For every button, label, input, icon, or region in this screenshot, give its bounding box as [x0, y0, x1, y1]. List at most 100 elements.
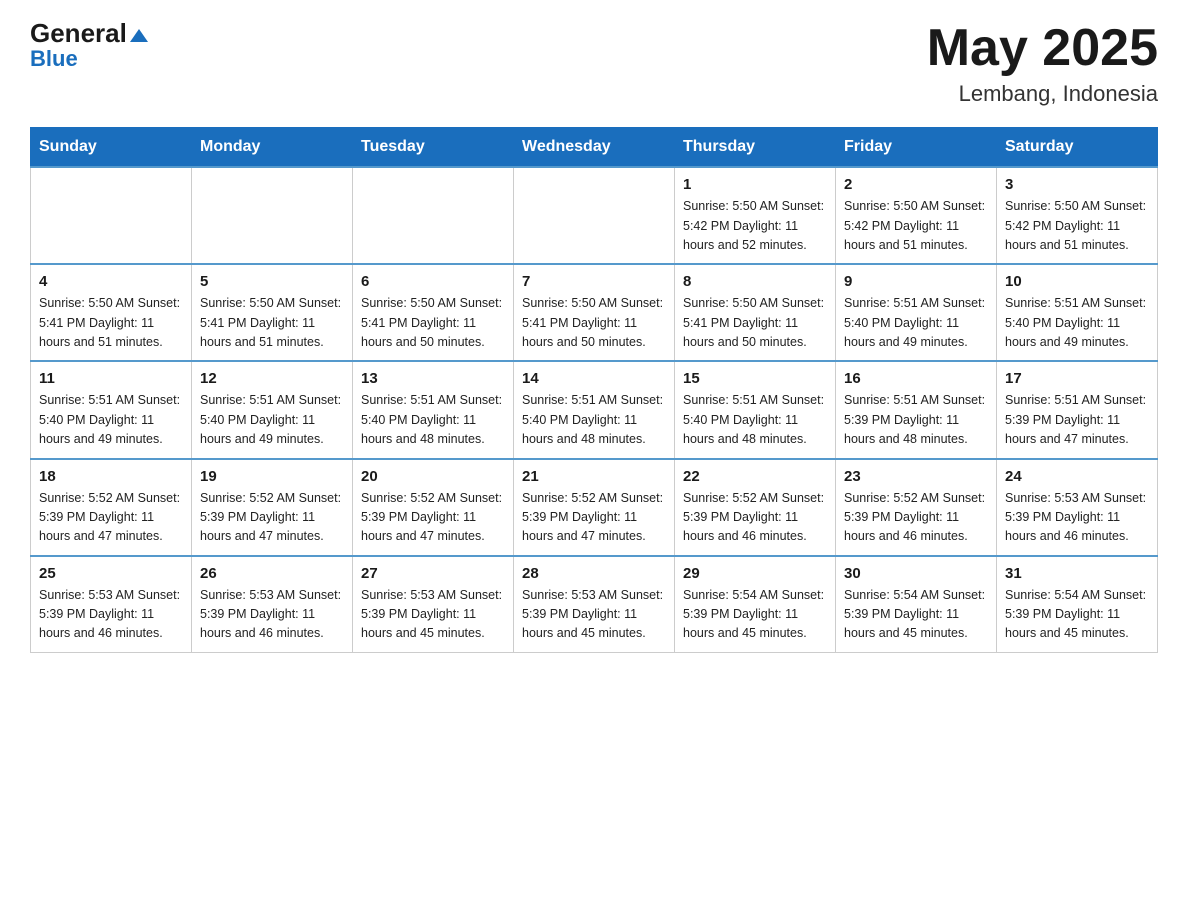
- logo-general-label: General: [30, 18, 127, 48]
- day-number: 31: [1005, 565, 1149, 582]
- calendar-cell: 4 Sunrise: 5:50 AM Sunset: 5:41 PM Daylig…: [31, 264, 192, 361]
- logo-blue-text: Blue: [30, 46, 78, 72]
- day-info: Sunrise: 5:52 AM Sunset: 5:39 PM Dayligh…: [683, 489, 827, 547]
- calendar-cell: 1 Sunrise: 5:50 AM Sunset: 5:42 PM Daylig…: [675, 167, 836, 264]
- location-label: Lembang, Indonesia: [927, 81, 1158, 107]
- day-info: Sunrise: 5:51 AM Sunset: 5:40 PM Dayligh…: [844, 294, 988, 352]
- day-number: 30: [844, 565, 988, 582]
- day-info: Sunrise: 5:51 AM Sunset: 5:39 PM Dayligh…: [1005, 391, 1149, 449]
- page-header: General Blue May 2025 Lembang, Indonesia: [30, 20, 1158, 107]
- logo: General Blue: [30, 20, 148, 72]
- column-header-tuesday: Tuesday: [353, 128, 514, 168]
- calendar-cell: 10Sunrise: 5:51 AM Sunset: 5:40 PM Dayli…: [997, 264, 1158, 361]
- column-header-thursday: Thursday: [675, 128, 836, 168]
- logo-triangle: [130, 29, 148, 42]
- calendar-cell: 9 Sunrise: 5:51 AM Sunset: 5:40 PM Daylig…: [836, 264, 997, 361]
- calendar-cell: 14Sunrise: 5:51 AM Sunset: 5:40 PM Dayli…: [514, 361, 675, 458]
- calendar-cell: [31, 167, 192, 264]
- logo-general-text: General: [30, 20, 148, 46]
- day-number: 23: [844, 468, 988, 485]
- day-number: 22: [683, 468, 827, 485]
- calendar-cell: 3Sunrise: 5:50 AM Sunset: 5:42 PM Daylig…: [997, 167, 1158, 264]
- calendar-cell: [514, 167, 675, 264]
- calendar-cell: 19Sunrise: 5:52 AM Sunset: 5:39 PM Dayli…: [192, 459, 353, 556]
- day-number: 4: [39, 273, 183, 290]
- day-number: 10: [1005, 273, 1149, 290]
- calendar-cell: 7 Sunrise: 5:50 AM Sunset: 5:41 PM Daylig…: [514, 264, 675, 361]
- day-number: 28: [522, 565, 666, 582]
- day-info: Sunrise: 5:51 AM Sunset: 5:40 PM Dayligh…: [522, 391, 666, 449]
- calendar-cell: 15 Sunrise: 5:51 AM Sunset: 5:40 PM Dayli…: [675, 361, 836, 458]
- calendar-table: SundayMondayTuesdayWednesdayThursdayFrid…: [30, 127, 1158, 653]
- calendar-cell: 24Sunrise: 5:53 AM Sunset: 5:39 PM Dayli…: [997, 459, 1158, 556]
- day-number: 5: [200, 273, 344, 290]
- day-number: 25: [39, 565, 183, 582]
- day-info: Sunrise: 5:53 AM Sunset: 5:39 PM Dayligh…: [361, 586, 505, 644]
- day-info: Sunrise: 5:54 AM Sunset: 5:39 PM Dayligh…: [844, 586, 988, 644]
- day-info: Sunrise: 5:53 AM Sunset: 5:39 PM Dayligh…: [1005, 489, 1149, 547]
- day-info: Sunrise: 5:51 AM Sunset: 5:40 PM Dayligh…: [39, 391, 183, 449]
- day-number: 27: [361, 565, 505, 582]
- calendar-cell: 5Sunrise: 5:50 AM Sunset: 5:41 PM Daylig…: [192, 264, 353, 361]
- day-number: 16: [844, 370, 988, 387]
- column-header-saturday: Saturday: [997, 128, 1158, 168]
- day-number: 21: [522, 468, 666, 485]
- column-header-friday: Friday: [836, 128, 997, 168]
- day-info: Sunrise: 5:53 AM Sunset: 5:39 PM Dayligh…: [522, 586, 666, 644]
- day-info: Sunrise: 5:50 AM Sunset: 5:42 PM Dayligh…: [683, 197, 827, 255]
- day-number: 6: [361, 273, 505, 290]
- day-info: Sunrise: 5:51 AM Sunset: 5:40 PM Dayligh…: [200, 391, 344, 449]
- calendar-cell: 22 Sunrise: 5:52 AM Sunset: 5:39 PM Dayli…: [675, 459, 836, 556]
- day-number: 26: [200, 565, 344, 582]
- calendar-cell: 16 Sunrise: 5:51 AM Sunset: 5:39 PM Dayli…: [836, 361, 997, 458]
- calendar-week-row: 4 Sunrise: 5:50 AM Sunset: 5:41 PM Daylig…: [31, 264, 1158, 361]
- day-number: 12: [200, 370, 344, 387]
- day-info: Sunrise: 5:50 AM Sunset: 5:41 PM Dayligh…: [683, 294, 827, 352]
- day-info: Sunrise: 5:50 AM Sunset: 5:41 PM Dayligh…: [361, 294, 505, 352]
- calendar-cell: 13Sunrise: 5:51 AM Sunset: 5:40 PM Dayli…: [353, 361, 514, 458]
- day-info: Sunrise: 5:53 AM Sunset: 5:39 PM Dayligh…: [200, 586, 344, 644]
- calendar-week-row: 25 Sunrise: 5:53 AM Sunset: 5:39 PM Dayli…: [31, 556, 1158, 653]
- day-number: 13: [361, 370, 505, 387]
- logo-blue-label: Blue: [30, 46, 78, 72]
- day-number: 11: [39, 370, 183, 387]
- calendar-cell: 25 Sunrise: 5:53 AM Sunset: 5:39 PM Dayli…: [31, 556, 192, 653]
- calendar-cell: 20Sunrise: 5:52 AM Sunset: 5:39 PM Dayli…: [353, 459, 514, 556]
- calendar-cell: 17 Sunrise: 5:51 AM Sunset: 5:39 PM Dayli…: [997, 361, 1158, 458]
- calendar-cell: [353, 167, 514, 264]
- day-info: Sunrise: 5:50 AM Sunset: 5:41 PM Dayligh…: [39, 294, 183, 352]
- calendar-header-row: SundayMondayTuesdayWednesdayThursdayFrid…: [31, 128, 1158, 168]
- calendar-cell: 30 Sunrise: 5:54 AM Sunset: 5:39 PM Dayli…: [836, 556, 997, 653]
- calendar-cell: 11 Sunrise: 5:51 AM Sunset: 5:40 PM Dayli…: [31, 361, 192, 458]
- calendar-cell: 31 Sunrise: 5:54 AM Sunset: 5:39 PM Dayli…: [997, 556, 1158, 653]
- calendar-cell: 27 Sunrise: 5:53 AM Sunset: 5:39 PM Dayli…: [353, 556, 514, 653]
- day-info: Sunrise: 5:50 AM Sunset: 5:42 PM Dayligh…: [844, 197, 988, 255]
- calendar-cell: 26 Sunrise: 5:53 AM Sunset: 5:39 PM Dayli…: [192, 556, 353, 653]
- day-info: Sunrise: 5:51 AM Sunset: 5:40 PM Dayligh…: [683, 391, 827, 449]
- day-info: Sunrise: 5:50 AM Sunset: 5:41 PM Dayligh…: [522, 294, 666, 352]
- day-number: 9: [844, 273, 988, 290]
- calendar-cell: 2Sunrise: 5:50 AM Sunset: 5:42 PM Daylig…: [836, 167, 997, 264]
- column-header-monday: Monday: [192, 128, 353, 168]
- day-number: 1: [683, 176, 827, 193]
- day-number: 17: [1005, 370, 1149, 387]
- calendar-cell: [192, 167, 353, 264]
- calendar-week-row: 11 Sunrise: 5:51 AM Sunset: 5:40 PM Dayli…: [31, 361, 1158, 458]
- day-info: Sunrise: 5:54 AM Sunset: 5:39 PM Dayligh…: [683, 586, 827, 644]
- day-info: Sunrise: 5:53 AM Sunset: 5:39 PM Dayligh…: [39, 586, 183, 644]
- day-info: Sunrise: 5:52 AM Sunset: 5:39 PM Dayligh…: [200, 489, 344, 547]
- day-number: 18: [39, 468, 183, 485]
- calendar-cell: 28 Sunrise: 5:53 AM Sunset: 5:39 PM Dayli…: [514, 556, 675, 653]
- column-header-wednesday: Wednesday: [514, 128, 675, 168]
- day-info: Sunrise: 5:54 AM Sunset: 5:39 PM Dayligh…: [1005, 586, 1149, 644]
- day-number: 15: [683, 370, 827, 387]
- day-number: 20: [361, 468, 505, 485]
- day-number: 3: [1005, 176, 1149, 193]
- day-info: Sunrise: 5:52 AM Sunset: 5:39 PM Dayligh…: [39, 489, 183, 547]
- day-info: Sunrise: 5:51 AM Sunset: 5:39 PM Dayligh…: [844, 391, 988, 449]
- day-number: 7: [522, 273, 666, 290]
- calendar-cell: 8Sunrise: 5:50 AM Sunset: 5:41 PM Daylig…: [675, 264, 836, 361]
- calendar-cell: 6 Sunrise: 5:50 AM Sunset: 5:41 PM Daylig…: [353, 264, 514, 361]
- calendar-cell: 21Sunrise: 5:52 AM Sunset: 5:39 PM Dayli…: [514, 459, 675, 556]
- calendar-week-row: 1 Sunrise: 5:50 AM Sunset: 5:42 PM Daylig…: [31, 167, 1158, 264]
